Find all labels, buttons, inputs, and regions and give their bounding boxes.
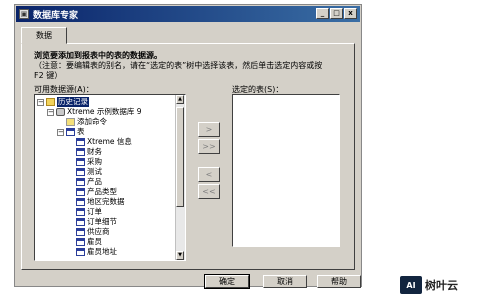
- tree-node[interactable]: 产品: [37, 177, 175, 187]
- tree-node[interactable]: Xtreme 信息: [37, 137, 175, 147]
- folder-icon: [46, 98, 55, 106]
- tab-data[interactable]: 数据: [21, 27, 67, 44]
- tree-node[interactable]: 雇员地址: [37, 247, 175, 257]
- add-one-button[interactable]: >: [198, 122, 220, 137]
- tree-node-label: 历史记录: [57, 97, 89, 107]
- tree-node-label: 订单细节: [87, 217, 117, 226]
- tbl-icon: [76, 178, 85, 186]
- scroll-thumb[interactable]: [176, 107, 184, 207]
- tree-node[interactable]: 地区完数据: [37, 197, 175, 207]
- tbl-icon: [76, 248, 85, 256]
- tree-node[interactable]: − 历史记录: [37, 97, 175, 107]
- instructions: 浏览要添加到报表中的表的数据源。 （注意：要编辑表的别名，请在“选定的表”树中选…: [34, 51, 334, 81]
- tree-node[interactable]: 订单: [37, 207, 175, 217]
- tree-node-label: 采购: [87, 157, 102, 166]
- tree-node-label: Xtreme 示例数据库 9: [67, 107, 142, 116]
- instruction-line-2: （注意：要编辑表的别名，请在“选定的表”树中选择该表，然后单击选定内容或按 F2…: [34, 61, 323, 80]
- minimize-button[interactable]: _: [316, 8, 329, 19]
- tbl-icon: [76, 138, 85, 146]
- db-icon: [56, 108, 65, 116]
- tree-node-label: 雇员: [87, 237, 102, 246]
- ok-button[interactable]: 确定: [204, 274, 250, 289]
- tree-view: − 历史记录 − Xtreme 示例数据库 9 添加命令 − 表 Xtreme 信息 财务 采购测…: [37, 97, 175, 257]
- cancel-button[interactable]: 取消: [263, 275, 307, 288]
- watermark-text: 树叶云: [425, 279, 458, 292]
- window-title: 数据库专家: [33, 10, 79, 21]
- tree-node-label: 供应商: [87, 227, 110, 236]
- scroll-up-icon[interactable]: ▲: [176, 95, 184, 104]
- remove-one-button[interactable]: <: [198, 167, 220, 182]
- tree-node-label: 雇员地址: [87, 247, 117, 256]
- app-icon: ▣: [19, 9, 29, 19]
- selected-tables-list[interactable]: [232, 94, 340, 247]
- tree-node-label: 订单: [87, 207, 102, 216]
- tbl-icon: [76, 208, 85, 216]
- tree-node-label: 添加命令: [77, 117, 107, 126]
- instruction-line-1: 浏览要添加到报表中的表的数据源。: [34, 51, 162, 60]
- maximize-button[interactable]: □: [330, 8, 343, 19]
- tree-node[interactable]: 产品类型: [37, 187, 175, 197]
- tree-node-label: 地区完数据: [87, 197, 125, 206]
- tbl-icon: [76, 238, 85, 246]
- remove-all-button[interactable]: <<: [198, 184, 220, 199]
- available-sources-tree[interactable]: − 历史记录 − Xtreme 示例数据库 9 添加命令 − 表 Xtreme 信息 财务 采购测…: [34, 94, 186, 261]
- tree-node-label: 测试: [87, 167, 102, 176]
- tree-node-label: 表: [77, 127, 85, 136]
- tree-node[interactable]: − 表: [37, 127, 175, 137]
- tab-panel: 浏览要添加到报表中的表的数据源。 （注意：要编辑表的别名，请在“选定的表”树中选…: [21, 43, 355, 270]
- close-button[interactable]: x: [344, 8, 357, 19]
- tbl-icon: [66, 128, 75, 136]
- tree-node[interactable]: 雇员: [37, 237, 175, 247]
- database-expert-dialog: ▣ 数据库专家 _ □ x 数据 浏览要添加到报表中的表的数据源。 （注意：要编…: [14, 4, 362, 289]
- expand-collapse-icon[interactable]: −: [37, 98, 44, 106]
- tree-node[interactable]: 测试: [37, 167, 175, 177]
- tree-node[interactable]: 订单细节: [37, 217, 175, 227]
- tree-node[interactable]: 添加命令: [37, 117, 175, 127]
- tbl-icon: [76, 188, 85, 196]
- tree-node[interactable]: 采购: [37, 157, 175, 167]
- expand-collapse-icon[interactable]: −: [57, 128, 64, 136]
- watermark: AI 树叶云: [400, 270, 480, 300]
- tree-node-label: Xtreme 信息: [87, 137, 132, 146]
- help-button[interactable]: 帮助: [317, 275, 361, 288]
- scroll-down-icon[interactable]: ▼: [176, 251, 184, 260]
- title-bar[interactable]: ▣ 数据库专家 _ □ x: [16, 6, 360, 22]
- tree-node[interactable]: − Xtreme 示例数据库 9: [37, 107, 175, 117]
- cmd-icon: [66, 118, 75, 126]
- tbl-icon: [76, 228, 85, 236]
- tbl-icon: [76, 168, 85, 176]
- tbl-icon: [76, 218, 85, 226]
- expand-collapse-icon[interactable]: −: [47, 108, 54, 116]
- tbl-icon: [76, 158, 85, 166]
- add-all-button[interactable]: >>: [198, 139, 220, 154]
- tree-node-label: 产品类型: [87, 187, 117, 196]
- tbl-icon: [76, 198, 85, 206]
- tree-scrollbar[interactable]: ▲ ▼: [175, 95, 185, 260]
- tree-node-label: 财务: [87, 147, 102, 156]
- tree-node[interactable]: 供应商: [37, 227, 175, 237]
- tbl-icon: [76, 148, 85, 156]
- tree-node[interactable]: 财务: [37, 147, 175, 157]
- watermark-badge: AI: [400, 276, 422, 294]
- tree-node-label: 产品: [87, 177, 102, 186]
- window-controls: _ □ x: [315, 8, 357, 19]
